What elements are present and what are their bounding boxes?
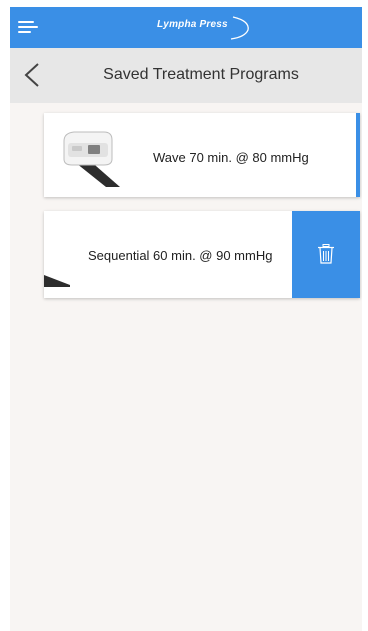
pump-device-image — [44, 275, 70, 287]
page-title: Saved Treatment Programs — [103, 66, 299, 83]
selected-indicator — [356, 113, 360, 197]
program-card-sequential[interactable]: Sequential 60 min. @ 90 mmHg — [44, 211, 360, 298]
delete-program-button[interactable] — [292, 211, 360, 298]
trash-icon — [318, 244, 334, 264]
page-header: Saved Treatment Programs — [10, 48, 362, 103]
hamburger-menu-icon[interactable] — [18, 20, 38, 36]
top-app-bar: Lympha Press — [10, 7, 362, 48]
brand-logo: Lympha Press — [151, 15, 254, 40]
program-card-wave[interactable]: Wave 70 min. @ 80 mmHg — [44, 113, 360, 197]
pump-device-image — [63, 131, 120, 187]
app-screen: Lympha Press Saved Treatment Programs Wa… — [10, 7, 362, 631]
brand-name: Lympha Press — [157, 19, 228, 30]
program-label: Sequential 60 min. @ 90 mmHg — [88, 248, 273, 263]
program-label: Wave 70 min. @ 80 mmHg — [153, 150, 309, 165]
